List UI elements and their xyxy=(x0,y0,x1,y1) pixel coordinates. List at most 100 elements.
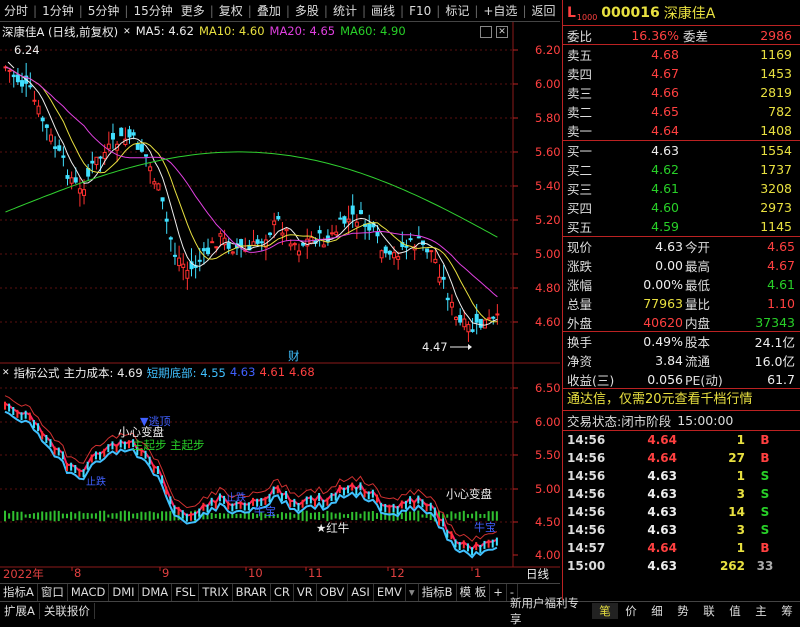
tab-detail[interactable]: 细 xyxy=(644,603,670,619)
ask-row[interactable]: 卖五 4.68 1169 xyxy=(563,45,800,64)
tab-asi[interactable]: ASI xyxy=(348,584,374,601)
tab-window[interactable]: 窗口 xyxy=(38,584,68,601)
tab-indicator-b[interactable]: 指标B xyxy=(419,584,457,601)
bid-row[interactable]: 买一 4.63 1554 xyxy=(563,141,800,160)
trade-time: 14:56 xyxy=(567,523,606,537)
y-tick: 5.00 xyxy=(535,247,561,261)
indicator-candle xyxy=(276,485,279,494)
indicator-header: ✕ 指标公式 主力成本: 4.69 短期底部: 4.55 4.63 4.61 4… xyxy=(2,365,315,381)
notice-link[interactable]: 通达信，仅需20元查看千档行情 xyxy=(563,389,800,411)
indicator-volume-bar xyxy=(413,511,416,521)
stat-label: 最低 xyxy=(685,278,711,293)
toolbar-btn-fuquan[interactable]: 复权 xyxy=(215,2,247,19)
tab-brar[interactable]: BRAR xyxy=(233,584,271,601)
trade-flag: 33 xyxy=(756,559,774,573)
tab-dma[interactable]: DMA xyxy=(139,584,173,601)
top-toolbar: 分时 | 1分钟 | 5分钟 | 15分钟 更多 | 复权 | 叠加 | 多股 | 统计 | 画… xyxy=(0,0,560,22)
indicator-candle xyxy=(28,412,31,421)
indicator-candle xyxy=(119,439,122,448)
candle-body xyxy=(164,218,169,222)
toolbar-btn-5min[interactable]: 5分钟 xyxy=(84,2,124,19)
indicator-candle xyxy=(454,539,457,548)
stat-label: 流通 xyxy=(685,354,711,369)
indicator-options-icon[interactable]: ✕ xyxy=(2,365,10,381)
ask-row[interactable]: 卖一 4.64 1408 xyxy=(563,121,800,140)
chart-options-icon[interactable]: ✕ xyxy=(123,24,131,40)
tab-value[interactable]: 值 xyxy=(722,603,748,619)
tab-fsl[interactable]: FSL xyxy=(172,584,200,601)
toolbar-btn-overlay[interactable]: 叠加 xyxy=(253,2,285,19)
ask-label: 卖三 xyxy=(567,86,593,101)
trade-price: 4.63 xyxy=(647,505,677,519)
tab-obv[interactable]: OBV xyxy=(317,584,349,601)
toolbar-btn-1min[interactable]: 1分钟 xyxy=(38,2,78,19)
toolbar-btn-fenshi[interactable]: 分时 xyxy=(0,2,32,19)
x-tick: 12 xyxy=(390,566,405,580)
toolbar-btn-back[interactable]: 返回 xyxy=(527,2,559,19)
candle-body xyxy=(201,248,206,252)
close-chart-icon[interactable]: ✕ xyxy=(496,26,508,38)
indicator-volume-bar xyxy=(495,511,498,521)
tab-trix[interactable]: TRIX xyxy=(199,584,233,601)
indicator-candle xyxy=(376,494,378,503)
tab-plus[interactable]: + xyxy=(490,584,507,601)
tab-price[interactable]: 价 xyxy=(618,603,644,619)
finance-marker[interactable]: 财 xyxy=(288,348,300,364)
tab-emv[interactable]: EMV xyxy=(374,584,406,601)
ask-row[interactable]: 卖三 4.66 2819 xyxy=(563,83,800,102)
period-label[interactable]: 日线 xyxy=(526,566,549,582)
stat-label: 最高 xyxy=(685,259,711,274)
tab-template[interactable]: 模 板 xyxy=(457,584,491,601)
tab-dmi[interactable]: DMI xyxy=(109,584,139,601)
candle-body xyxy=(330,232,335,235)
tab-chips[interactable]: 筹 xyxy=(774,603,800,619)
indicator-candle xyxy=(450,531,453,540)
bid-row[interactable]: 买五 4.59 1145 xyxy=(563,217,800,236)
candle-body xyxy=(433,258,438,264)
tab-expand-a[interactable]: 扩展A xyxy=(0,603,40,619)
indicator-candle xyxy=(293,498,296,507)
indicator-volume-bar xyxy=(28,513,31,519)
stat-value: 77963 xyxy=(643,296,683,311)
candle-body xyxy=(466,324,471,333)
candle-body xyxy=(425,248,430,253)
ask-row[interactable]: 卖四 4.67 1453 xyxy=(563,64,800,83)
toolbar-btn-multi[interactable]: 多股 xyxy=(291,2,323,19)
tab-related-quote[interactable]: 关联报价 xyxy=(40,603,95,619)
toolbar-btn-addfav[interactable]: +自选 xyxy=(479,2,521,19)
toolbar-btn-more[interactable]: 更多 xyxy=(177,2,209,19)
indicator-label: 牛宝 xyxy=(474,521,496,534)
tab-indicator-a[interactable]: 指标A xyxy=(0,584,38,601)
bid-row[interactable]: 买三 4.61 3208 xyxy=(563,179,800,198)
indicator-candle xyxy=(123,441,126,450)
indicator-volume-bar xyxy=(74,513,77,519)
indicator-volume-bar xyxy=(227,513,230,519)
ask-row[interactable]: 卖二 4.65 782 xyxy=(563,102,800,121)
indicator-candle xyxy=(37,423,40,432)
tab-dropdown-icon[interactable]: ▾ xyxy=(406,584,419,601)
indicator-name[interactable]: 指标公式 xyxy=(14,365,60,381)
bid-row[interactable]: 买二 4.62 1737 xyxy=(563,160,800,179)
y-tick: 6.00 xyxy=(535,77,561,91)
tab-main[interactable]: 主 xyxy=(748,603,774,619)
tab-related[interactable]: 联 xyxy=(696,603,722,619)
trade-row: 14:56 4.64 1 B xyxy=(563,431,800,449)
low-price-label: 4.47 xyxy=(422,340,448,354)
stat-value: 4.61 xyxy=(767,277,795,292)
toolbar-btn-mark[interactable]: 标记 xyxy=(441,2,473,19)
toolbar-btn-draw[interactable]: 画线 xyxy=(367,2,399,19)
toolbar-btn-15min[interactable]: 15分钟 xyxy=(129,2,176,19)
toolbar-btn-stats[interactable]: 统计 xyxy=(329,2,361,19)
tab-cr[interactable]: CR xyxy=(271,584,294,601)
indicator-volume-bar xyxy=(309,512,312,520)
tab-macd[interactable]: MACD xyxy=(68,584,110,601)
indicator-candle xyxy=(185,513,188,522)
bid-row[interactable]: 买四 4.60 2973 xyxy=(563,198,800,217)
indicator-candle xyxy=(297,502,300,511)
tab-vr[interactable]: VR xyxy=(294,584,317,601)
tab-trend[interactable]: 势 xyxy=(670,603,696,619)
trade-time: 14:56 xyxy=(567,451,606,465)
expand-icon[interactable] xyxy=(480,26,492,38)
toolbar-btn-f10[interactable]: F10 xyxy=(405,4,435,18)
tab-trades[interactable]: 笔 xyxy=(592,603,618,619)
